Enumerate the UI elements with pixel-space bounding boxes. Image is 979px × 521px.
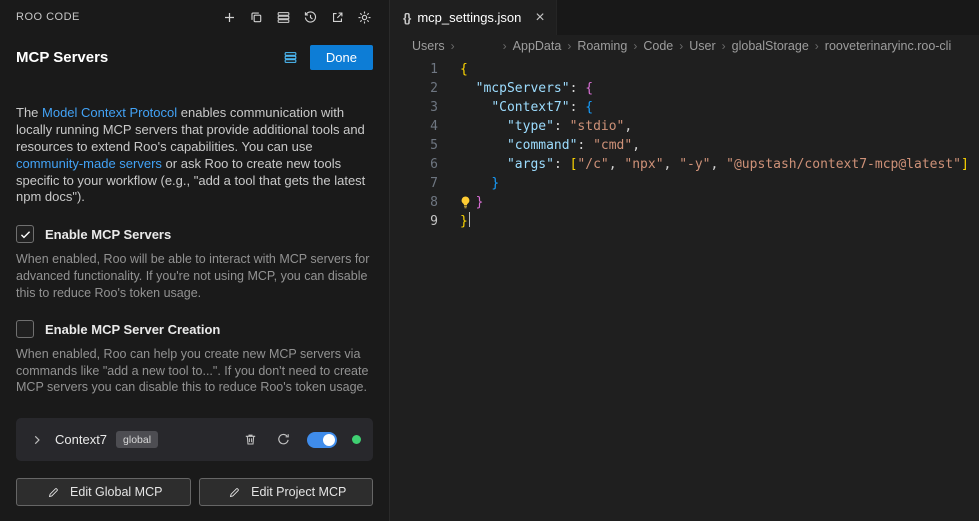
tab-mcp-settings-json[interactable]: {} mcp_settings.json × bbox=[390, 0, 557, 35]
code-line-content[interactable]: "command": "cmd", bbox=[460, 136, 640, 155]
code-line-content[interactable]: } bbox=[460, 193, 483, 212]
tab-filename: mcp_settings.json bbox=[417, 10, 521, 25]
code-line: 7 } bbox=[390, 174, 979, 193]
page-title: MCP Servers bbox=[16, 49, 108, 66]
breadcrumb: Users › › AppData › Roaming › Code › User › globalS… bbox=[390, 35, 979, 57]
vscode-window: ROO CODE MCP Servers Done The Model Cont… bbox=[0, 0, 979, 521]
code-line: 2 "mcpServers": { bbox=[390, 79, 979, 98]
breadcrumb-item[interactable]: User bbox=[689, 39, 715, 53]
community-made-servers-link[interactable]: community-made servers bbox=[16, 156, 162, 171]
server-enabled-toggle[interactable] bbox=[307, 432, 337, 448]
setting-section-enable-mcp-server-creation: Enable MCP Server Creation When enabled, … bbox=[16, 320, 373, 396]
code-line-content[interactable]: } bbox=[460, 212, 470, 231]
setting-section-enable-mcp-servers: Enable MCP Servers When enabled, Roo will… bbox=[16, 225, 373, 301]
breadcrumb-item[interactable]: globalStorage bbox=[732, 39, 809, 53]
breadcrumb-separator-icon: › bbox=[722, 39, 726, 53]
mcp-server-row: Context7 global bbox=[16, 418, 373, 461]
breadcrumb-separator-icon: › bbox=[633, 39, 637, 53]
line-number: 5 bbox=[390, 136, 438, 155]
close-tab-icon[interactable]: × bbox=[535, 10, 544, 26]
line-number: 6 bbox=[390, 155, 438, 174]
setting-label: Enable MCP Servers bbox=[45, 227, 171, 242]
code-line: 4 "type": "stdio", bbox=[390, 117, 979, 136]
code-line: 5 "command": "cmd", bbox=[390, 136, 979, 155]
server-list-icon[interactable] bbox=[274, 8, 292, 26]
enable-mcp-server-creation-checkbox[interactable] bbox=[16, 320, 34, 338]
line-number: 2 bbox=[390, 79, 438, 98]
breadcrumb-separator-icon: › bbox=[679, 39, 683, 53]
code-line-content[interactable]: "type": "stdio", bbox=[460, 117, 632, 136]
line-number: 1 bbox=[390, 60, 438, 79]
pencil-icon bbox=[44, 483, 62, 501]
line-number: 4 bbox=[390, 117, 438, 136]
intro-paragraph: The Model Context Protocol enables commu… bbox=[16, 105, 373, 206]
code-editor[interactable]: 1{2 "mcpServers": {3 "Context7": {4 "typ… bbox=[390, 57, 979, 521]
plus-icon[interactable] bbox=[220, 8, 238, 26]
breadcrumb-separator-icon: › bbox=[815, 39, 819, 53]
code-line: 8 } bbox=[390, 193, 979, 212]
breadcrumb-separator-icon: › bbox=[451, 39, 455, 53]
breadcrumb-item[interactable]: Code bbox=[643, 39, 673, 53]
breadcrumb-item[interactable]: AppData bbox=[513, 39, 562, 53]
panel-header: ROO CODE bbox=[16, 0, 373, 34]
line-number: 7 bbox=[390, 174, 438, 193]
chevron-right-icon[interactable] bbox=[28, 431, 46, 449]
tab-bar: {} mcp_settings.json × bbox=[390, 0, 979, 35]
server-name: Context7 bbox=[55, 432, 107, 447]
text-cursor bbox=[469, 212, 471, 227]
breadcrumb-item[interactable]: Users bbox=[412, 39, 445, 53]
open-external-icon[interactable] bbox=[328, 8, 346, 26]
code-line-content[interactable]: { bbox=[460, 60, 468, 79]
setting-row: Enable MCP Server Creation bbox=[16, 320, 373, 338]
panel-title: ROO CODE bbox=[16, 11, 80, 23]
edit-project-mcp-button[interactable]: Edit Project MCP bbox=[199, 478, 374, 506]
pencil-icon bbox=[225, 483, 243, 501]
mcp-servers-icon[interactable] bbox=[282, 48, 300, 66]
panel-action-icons bbox=[220, 8, 373, 26]
breadcrumb-separator-icon: › bbox=[567, 39, 571, 53]
toggle-knob bbox=[323, 434, 335, 446]
enable-mcp-servers-checkbox[interactable] bbox=[16, 225, 34, 243]
server-status-dot bbox=[352, 435, 361, 444]
line-number: 3 bbox=[390, 98, 438, 117]
code-line: 1{ bbox=[390, 60, 979, 79]
edit-global-mcp-button[interactable]: Edit Global MCP bbox=[16, 478, 191, 506]
restart-server-icon[interactable] bbox=[274, 431, 292, 449]
line-number: 9 bbox=[390, 212, 438, 231]
gear-icon[interactable] bbox=[355, 8, 373, 26]
code-line: 3 "Context7": { bbox=[390, 98, 979, 117]
line-number: 8 bbox=[390, 193, 438, 212]
code-line-content[interactable]: "mcpServers": { bbox=[460, 79, 593, 98]
history-icon[interactable] bbox=[301, 8, 319, 26]
delete-server-icon[interactable] bbox=[241, 431, 259, 449]
breadcrumb-item[interactable]: rooveterinaryinc.roo-cli bbox=[825, 39, 951, 53]
server-actions bbox=[241, 431, 361, 449]
code-line-content[interactable]: "Context7": { bbox=[460, 98, 593, 117]
view-header: MCP Servers Done bbox=[16, 43, 373, 71]
intro-text: The bbox=[16, 105, 42, 120]
code-line-content[interactable]: } bbox=[460, 174, 499, 193]
setting-description: When enabled, Roo can help you create ne… bbox=[16, 346, 373, 396]
button-label: Edit Project MCP bbox=[251, 485, 346, 499]
model-context-protocol-link[interactable]: Model Context Protocol bbox=[42, 105, 177, 120]
setting-row: Enable MCP Servers bbox=[16, 225, 373, 243]
json-file-icon: {} bbox=[403, 11, 410, 25]
mcp-edit-buttons: Edit Global MCP Edit Project MCP bbox=[16, 478, 373, 506]
new-window-icon[interactable] bbox=[247, 8, 265, 26]
breadcrumb-item[interactable]: Roaming bbox=[577, 39, 627, 53]
roo-code-panel: ROO CODE MCP Servers Done The Model Cont… bbox=[0, 0, 390, 521]
setting-description: When enabled, Roo will be able to intera… bbox=[16, 251, 373, 301]
button-label: Edit Global MCP bbox=[70, 485, 162, 499]
setting-label: Enable MCP Server Creation bbox=[45, 322, 220, 337]
editor-group: {} mcp_settings.json × Users › › AppData › Ro… bbox=[390, 0, 979, 521]
server-scope-badge: global bbox=[116, 431, 158, 448]
settings-toggles: Enable MCP Servers When enabled, Roo will… bbox=[16, 206, 373, 396]
done-button[interactable]: Done bbox=[310, 45, 373, 70]
code-line: 6 "args": ["/c", "npx", "-y", "@upstash/… bbox=[390, 155, 979, 174]
breadcrumb-separator-icon: › bbox=[503, 39, 507, 53]
code-line-content[interactable]: "args": ["/c", "npx", "-y", "@upstash/co… bbox=[460, 155, 969, 174]
code-line: 9} bbox=[390, 212, 979, 231]
